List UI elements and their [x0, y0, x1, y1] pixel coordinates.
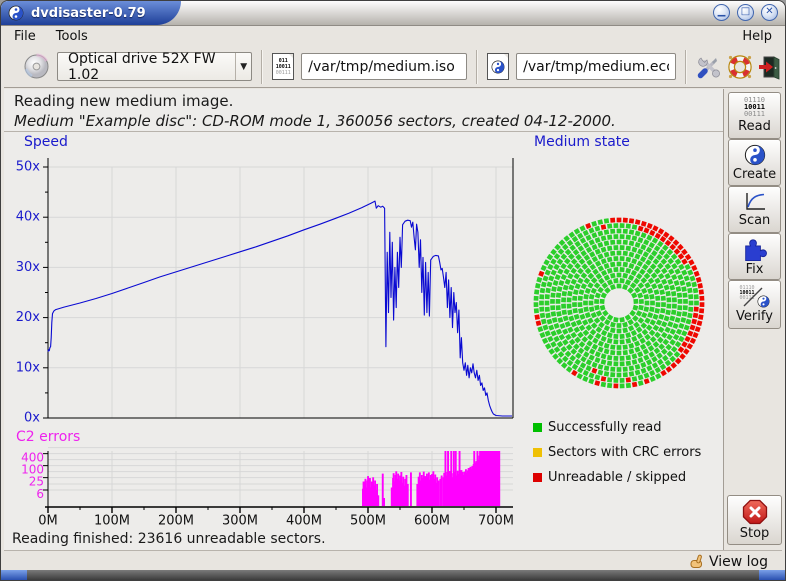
legend-swatch — [533, 448, 542, 457]
menu-file[interactable]: File — [4, 27, 46, 46]
verify-button-label: Verify — [736, 309, 773, 324]
puzzle-icon — [743, 237, 767, 261]
read-button-label: Read — [738, 119, 771, 134]
window-bottom-frame[interactable] — [1, 570, 785, 580]
exit-door-icon — [758, 54, 782, 80]
legend-label: Unreadable / skipped — [548, 470, 686, 485]
titlebar[interactable]: dvdisaster-0.79 ▁ □ ✕ — [1, 1, 785, 26]
legend-swatch — [533, 473, 542, 482]
read-icon-line: 00111 — [744, 111, 765, 118]
yinyang-icon — [744, 144, 766, 166]
drive-selector-value: Optical drive 52X FW 1.02 — [58, 51, 235, 83]
status-line2: Medium "Example disc": CD-ROM mode 1, 36… — [14, 111, 723, 131]
status-line1: Reading new medium image. — [14, 91, 723, 111]
view-log-label: View log — [709, 554, 768, 570]
status-area: Reading new medium image. Medium "Exampl… — [4, 89, 723, 131]
toolbar-separator — [476, 50, 478, 84]
scan-chart-icon — [743, 192, 767, 212]
legend-item: Successfully read — [533, 415, 701, 440]
pointing-hand-icon — [689, 554, 705, 569]
scan-button[interactable]: Scan — [728, 186, 781, 233]
c2-errors-title: C2 errors — [16, 429, 80, 445]
cd-disc-icon — [23, 53, 50, 80]
chevron-down-icon: ▼ — [235, 53, 251, 80]
menu-tools[interactable]: Tools — [46, 27, 98, 46]
minimize-button[interactable]: ▁ — [713, 4, 730, 21]
fix-button-label: Fix — [746, 262, 764, 277]
title-tab: dvdisaster-0.79 — [1, 1, 181, 25]
legend-swatch — [533, 423, 542, 432]
speed-chart-title: Speed — [24, 134, 68, 150]
legend-item: Sectors with CRC errors — [533, 440, 701, 465]
ecc-path-input[interactable] — [516, 53, 676, 80]
create-button-label: Create — [733, 167, 776, 182]
fix-button[interactable]: Fix — [728, 233, 781, 280]
preferences-button[interactable] — [696, 54, 722, 80]
stop-button-label: Stop — [740, 526, 770, 541]
menubar: File Tools Help — [4, 26, 782, 46]
create-button[interactable]: Create — [728, 139, 781, 186]
legend-item: Unreadable / skipped — [533, 465, 701, 490]
resize-grip-right[interactable] — [759, 570, 785, 580]
scan-button-label: Scan — [739, 213, 771, 228]
toolbar-separator — [261, 50, 263, 84]
toolbar-separator — [685, 50, 687, 84]
window-title: dvdisaster-0.79 — [31, 6, 146, 21]
resize-grip-left[interactable] — [1, 570, 27, 580]
ecc-file-icon — [487, 53, 509, 80]
iso-file-icon: 011 10011 00111 — [272, 53, 294, 80]
verify-button[interactable]: 01110 10011 00111 Verify — [728, 280, 781, 329]
iso-path-input[interactable] — [301, 53, 467, 80]
action-sidebar: 01110 10011 00111 Read Create Scan Fix — [723, 89, 784, 550]
tools-icon — [696, 54, 722, 80]
medium-state-legend: Successfully read Sectors with CRC errors… — [533, 415, 701, 490]
close-button[interactable]: ✕ — [761, 4, 778, 21]
verify-icon: 01110 10011 00111 — [740, 286, 770, 308]
binary-icon: 01110 10011 00111 — [744, 97, 765, 118]
app-yinyang-icon — [8, 5, 24, 21]
toolbar: Optical drive 52X FW 1.02 ▼ 011 10011 00… — [4, 46, 782, 88]
exit-button[interactable] — [758, 54, 782, 80]
view-log-button[interactable]: View log — [689, 554, 768, 570]
lifebuoy-icon — [727, 54, 753, 80]
help-button[interactable] — [727, 54, 753, 80]
maximize-button[interactable]: □ — [737, 4, 754, 21]
read-button[interactable]: 01110 10011 00111 Read — [728, 92, 781, 139]
medium-state-title: Medium state — [534, 134, 630, 150]
menu-help[interactable]: Help — [732, 27, 782, 46]
drive-selector[interactable]: Optical drive 52X FW 1.02 ▼ — [57, 52, 252, 81]
legend-label: Sectors with CRC errors — [548, 445, 701, 460]
stop-button[interactable]: Stop — [727, 495, 782, 545]
finished-status-text: Reading finished: 23616 unreadable secto… — [12, 531, 326, 547]
stop-icon — [742, 499, 768, 525]
iso-icon-line: 00111 — [276, 70, 291, 76]
footer-bar: View log — [4, 550, 782, 572]
app-window: dvdisaster-0.79 ▁ □ ✕ File Tools Help — [0, 0, 786, 581]
legend-label: Successfully read — [548, 420, 661, 435]
